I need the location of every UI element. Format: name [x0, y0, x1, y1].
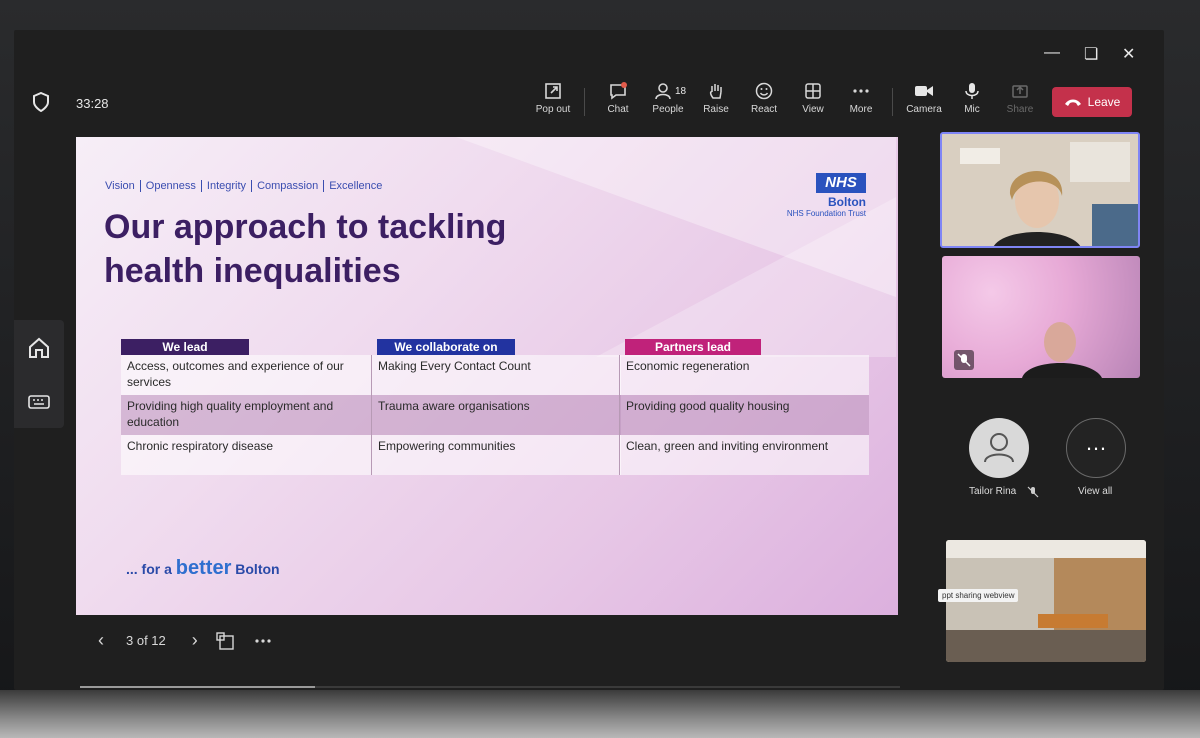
nhs-trust-subtitle: NHS Foundation Trust — [786, 209, 866, 218]
people-count: 18 — [675, 86, 687, 97]
trust-values: Vision Openness Integrity Compassion Exc… — [105, 180, 387, 192]
mic-off-icon — [1027, 486, 1039, 498]
more-button[interactable]: More — [835, 82, 887, 115]
tooltip: ppt sharing webview — [938, 589, 1019, 602]
table-cell: Access, outcomes and experience of our s… — [121, 355, 371, 395]
participant-name: Tailor Rina — [969, 486, 1017, 497]
table-cell: Providing high quality employment and ed… — [121, 395, 371, 435]
column-we-collaborate: We collaborate on Making Every Contact C… — [371, 339, 621, 475]
toolbar-divider — [584, 88, 585, 116]
maximize-icon[interactable]: ❏ — [1084, 44, 1098, 64]
meeting-timer: 33:28 — [76, 96, 109, 111]
react-button[interactable]: React — [738, 82, 790, 115]
table-cell: Making Every Contact Count — [371, 355, 621, 395]
pop-out-icon — [545, 83, 561, 99]
shield-icon — [33, 92, 49, 112]
person-icon — [984, 433, 1014, 463]
microphone-icon — [965, 83, 979, 99]
teams-meeting-window: — ❏ ✕ 33:28 Pop out Chat 18 People Raise… — [14, 30, 1164, 690]
slide-thumbnails-icon[interactable] — [216, 631, 234, 650]
people-icon — [655, 83, 671, 100]
previous-slide-icon[interactable]: ‹ — [98, 630, 104, 651]
value-excellence: Excellence — [323, 180, 387, 192]
view-all-label: View all — [1078, 486, 1113, 497]
chat-icon — [610, 82, 627, 100]
nhs-logo: NHS — [816, 173, 866, 193]
share-button[interactable]: Share — [994, 82, 1046, 115]
column-header: We collaborate on — [377, 339, 515, 355]
table-cell: Chronic respiratory disease — [121, 435, 371, 475]
grid-view-icon — [805, 83, 821, 99]
table-cell: Empowering communities — [371, 435, 621, 475]
next-slide-icon[interactable]: › — [192, 630, 198, 651]
participant-video-active-speaker[interactable] — [940, 132, 1140, 248]
camera-icon — [915, 86, 933, 96]
approach-table: We lead Access, outcomes and experience … — [121, 339, 869, 475]
share-icon — [1012, 85, 1028, 98]
phone-hangup-icon — [1064, 99, 1081, 106]
leave-button[interactable]: Leave — [1052, 87, 1132, 117]
slide-decor — [596, 197, 896, 357]
slide-title: Our approach to tackling health inequali… — [104, 208, 507, 290]
view-all-button[interactable]: … — [1066, 418, 1126, 478]
close-icon[interactable]: ✕ — [1122, 44, 1135, 64]
slide-navigation: ‹ 3 of 12 › — [98, 630, 272, 651]
chat-button[interactable]: Chat — [592, 82, 644, 115]
column-partners-lead: Partners lead Economic regeneration Prov… — [619, 339, 869, 475]
table-cell: Clean, green and inviting environment — [619, 435, 869, 475]
home-icon[interactable] — [27, 336, 51, 360]
value-integrity: Integrity — [200, 180, 251, 192]
view-button[interactable]: View — [787, 82, 839, 115]
toolbar-divider — [892, 88, 893, 116]
value-vision: Vision — [105, 180, 135, 192]
column-we-lead: We lead Access, outcomes and experience … — [121, 339, 371, 475]
more-icon — [853, 89, 869, 93]
table-cell: Trauma aware organisations — [371, 395, 621, 435]
table-cell: Providing good quality housing — [619, 395, 869, 435]
slide-more-icon[interactable] — [254, 638, 272, 644]
table-cell: Economic regeneration — [619, 355, 869, 395]
pop-out-button[interactable]: Pop out — [527, 82, 579, 115]
smiley-icon — [755, 82, 773, 100]
slide-progress-bar — [80, 686, 315, 688]
people-button[interactable]: 18 People — [642, 82, 694, 115]
mic-off-icon — [954, 350, 974, 370]
nhs-trust-name: Bolton — [828, 195, 866, 209]
column-header: We lead — [121, 339, 249, 355]
camera-button[interactable]: Camera — [898, 82, 950, 115]
mic-button[interactable]: Mic — [946, 82, 998, 115]
slide-tagline: ... for a better Bolton — [126, 557, 280, 579]
participant-avatar[interactable] — [969, 418, 1029, 478]
raise-hand-button[interactable]: Raise — [690, 82, 742, 115]
monitor-stand-edge — [0, 690, 1200, 738]
keyboard-icon[interactable] — [27, 390, 51, 414]
hand-icon — [709, 84, 722, 99]
column-header: Partners lead — [625, 339, 761, 355]
side-rail — [14, 320, 64, 428]
minimize-icon[interactable]: — — [1044, 44, 1060, 62]
value-compassion: Compassion — [251, 180, 323, 192]
shared-slide: Vision Openness Integrity Compassion Exc… — [76, 137, 898, 615]
participant-video-image — [942, 134, 1138, 246]
value-openness: Openness — [139, 180, 201, 192]
slide-counter: 3 of 12 — [126, 633, 166, 648]
